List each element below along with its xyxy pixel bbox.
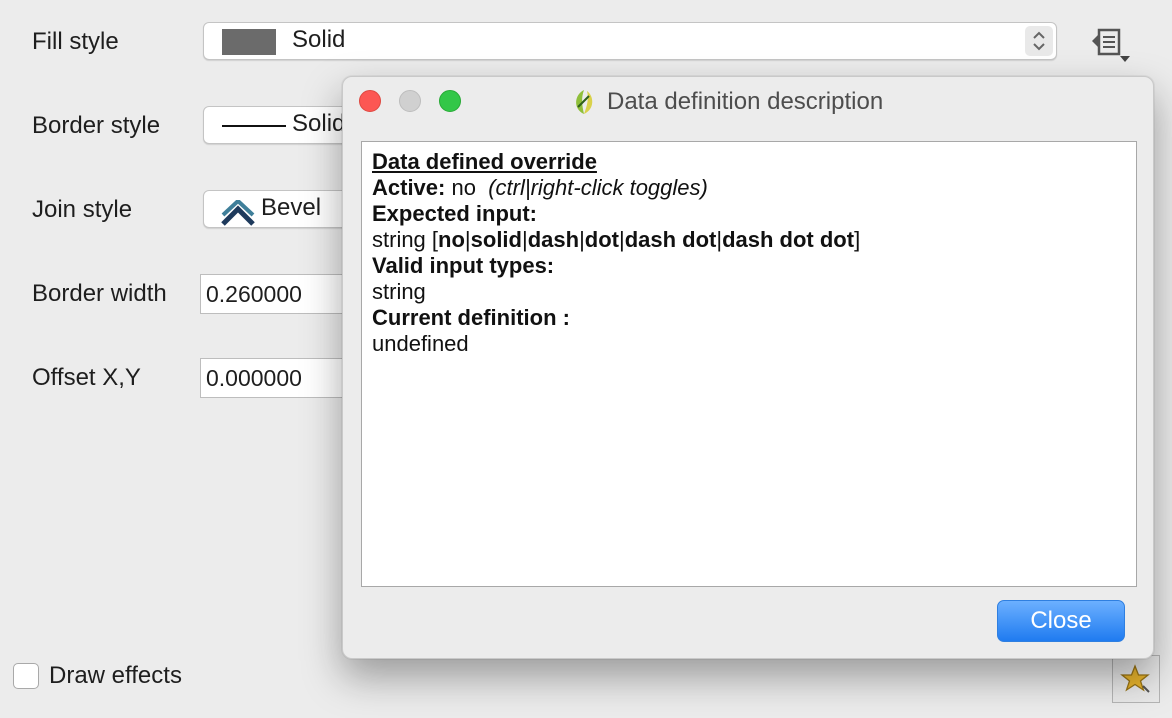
border-style-label: Border style: [32, 112, 161, 139]
expected-input-values: string [no|solid|dash|dot|dash dot|dash …: [372, 227, 861, 252]
close-button[interactable]: Close: [997, 600, 1125, 642]
valid-types-value: string: [372, 279, 426, 304]
data-defined-override-icon: [1092, 28, 1130, 62]
join-style-combo[interactable]: Bevel: [203, 190, 363, 228]
data-defined-override-button[interactable]: [1082, 24, 1136, 66]
window-maximize-button[interactable]: [439, 90, 461, 112]
star-favorite-icon: [1120, 664, 1150, 693]
effects-button[interactable]: [1112, 655, 1160, 703]
fill-style-combo[interactable]: Solid: [203, 22, 1057, 60]
draw-effects-label: Draw effects: [49, 662, 182, 689]
expected-input-label: Expected input:: [372, 201, 538, 226]
border-width-label: Border width: [32, 280, 167, 307]
join-style-label: Join style: [32, 196, 133, 223]
current-definition-value: undefined: [372, 331, 469, 356]
dialog-title: Data definition description: [607, 88, 884, 115]
border-width-input[interactable]: 0.260000: [200, 274, 360, 314]
window-minimize-button[interactable]: [399, 90, 421, 112]
border-style-value: Solid: [292, 110, 346, 137]
join-style-value: Bevel: [261, 194, 322, 221]
fill-color-swatch: [222, 29, 276, 55]
data-definition-dialog: Data definition description Data defined…: [342, 76, 1154, 659]
dialog-titlebar[interactable]: Data definition description: [343, 77, 1153, 127]
active-hint: (ctrl|right-click toggles): [488, 175, 708, 200]
offset-label: Offset X,Y: [32, 364, 141, 391]
current-definition-label: Current definition :: [372, 305, 570, 330]
bevel-join-icon: [221, 198, 255, 231]
active-value: no: [451, 175, 476, 200]
active-label: Active:: [372, 175, 446, 200]
combo-stepper[interactable]: [1025, 26, 1053, 56]
description-text-area[interactable]: Data defined override Active: no (ctrl|r…: [361, 141, 1137, 587]
qgis-icon: [569, 87, 599, 122]
draw-effects-checkbox[interactable]: [13, 663, 39, 689]
override-heading: Data defined override: [372, 149, 597, 174]
up-down-chevron-icon: [1033, 31, 1045, 51]
fill-style-label: Fill style: [32, 28, 119, 55]
fill-style-value: Solid: [292, 26, 346, 53]
solid-line-preview: [222, 125, 286, 127]
window-close-button[interactable]: [359, 90, 381, 112]
valid-types-label: Valid input types:: [372, 253, 555, 278]
offset-input[interactable]: 0.000000: [200, 358, 360, 398]
border-style-combo[interactable]: Solid: [203, 106, 363, 144]
